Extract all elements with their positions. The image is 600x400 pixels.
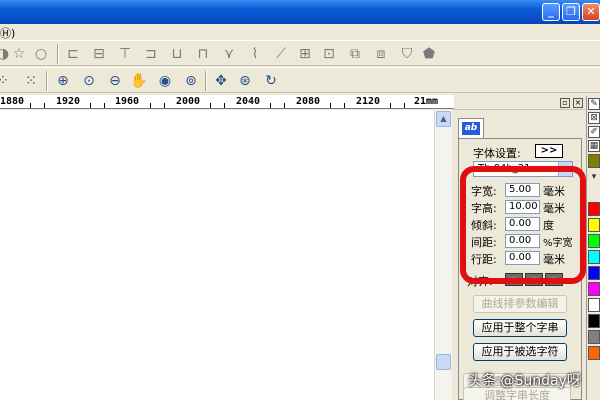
font-settings-button[interactable]: >>: [535, 144, 563, 158]
weld-icon[interactable]: ⋎: [220, 45, 238, 63]
node-curve-icon[interactable]: ⌇: [246, 45, 264, 63]
color-swatch[interactable]: [588, 218, 600, 232]
combine-icon[interactable]: ⊡: [320, 45, 338, 63]
palette-scroll-icon[interactable]: ▾: [588, 172, 600, 184]
red-highlight-annotation: [460, 166, 586, 284]
pan-hand-icon[interactable]: ✋: [130, 72, 148, 90]
menu-help[interactable]: Ⓗ): [0, 25, 15, 41]
font-settings-label: 字体设置:: [473, 147, 521, 160]
node-edit-icon[interactable]: ⁘: [0, 72, 12, 90]
zoom-out-icon[interactable]: ⊖: [106, 72, 124, 90]
grid-icon[interactable]: ⊞: [296, 45, 314, 63]
star-tool-icon[interactable]: ☆: [10, 45, 28, 63]
apply-to-selected-button[interactable]: 应用于被选字符: [473, 343, 567, 361]
no-fill-icon[interactable]: ⊠: [588, 112, 600, 124]
drawing-canvas[interactable]: [0, 110, 434, 400]
watermark: 头条 @Sunday呀: [468, 373, 581, 389]
node-select-icon[interactable]: ⁙: [22, 72, 40, 90]
ungroup-icon[interactable]: ⧈: [372, 45, 390, 63]
panel-header: ▫ ×: [454, 96, 586, 110]
ruler-label: 21mm: [414, 96, 439, 107]
curve-param-edit-button[interactable]: 曲线排参数编辑: [473, 295, 567, 313]
ruler-label: 2000: [176, 96, 201, 107]
color-swatch[interactable]: [588, 202, 600, 216]
badge-icon[interactable]: ⬟: [420, 45, 438, 63]
panel-pin-icon[interactable]: ▫: [560, 98, 570, 108]
ruler-label: 2080: [296, 96, 321, 107]
toolbar-drawing: ◑ ☆ ○ ⊏ ⊟ ⊤ ⊐ ⊔ ⊓ ⋎ ⌇ ⟋ ⊞ ⊡ ⧉ ⧈ ⛉ ⬟: [0, 40, 600, 66]
horizontal-ruler: 1880 1920 1960 2000 2040 2080 2120 21mm: [0, 95, 454, 109]
scroll-up-icon[interactable]: ▲: [436, 111, 451, 127]
color-swatch[interactable]: [588, 234, 600, 248]
pen-icon[interactable]: ✎: [588, 98, 600, 110]
zoom-icon[interactable]: ⊛: [236, 72, 254, 90]
panel-close-icon[interactable]: ×: [573, 98, 583, 108]
color-swatch[interactable]: [588, 266, 600, 280]
align-right-icon[interactable]: ⊤: [116, 45, 134, 63]
refresh-icon[interactable]: ↻: [262, 72, 280, 90]
zoom-region-icon[interactable]: ⊕: [54, 72, 72, 90]
view-eye-icon[interactable]: ◉: [156, 72, 174, 90]
application-window: _ ❐ ✕ Ⓗ) ◑ ☆ ○ ⊏ ⊟ ⊤ ⊐ ⊔ ⊓ ⋎ ⌇ ⟋ ⊞ ⊡ ⧉ ⧈…: [0, 0, 600, 400]
zoom-in-icon[interactable]: ⊙: [80, 72, 98, 90]
move-cross-icon[interactable]: ✥: [212, 72, 230, 90]
color-swatch[interactable]: [588, 154, 600, 168]
align-left-icon[interactable]: ⊏: [64, 45, 82, 63]
distribute-horizontal-icon[interactable]: ⊐: [142, 45, 160, 63]
shield-icon[interactable]: ⛉: [398, 45, 416, 63]
color-swatch[interactable]: [588, 282, 600, 296]
menu-bar: Ⓗ): [0, 24, 600, 40]
align-center-icon[interactable]: ⊟: [90, 45, 108, 63]
color-palette: ✎ ⊠ ✐ ▦ ▾: [586, 96, 600, 400]
tab-text[interactable]: ab: [458, 118, 484, 138]
scroll-thumb[interactable]: [436, 354, 451, 370]
minimize-button[interactable]: _: [542, 3, 560, 21]
color-swatch[interactable]: [588, 314, 600, 328]
restore-button[interactable]: ❐: [562, 3, 580, 21]
ruler-label: 1880: [0, 96, 25, 107]
distribute-vertical-icon[interactable]: ⊔: [168, 45, 186, 63]
text-tool-icon: ab: [462, 122, 480, 135]
color-swatch[interactable]: [588, 298, 600, 312]
apply-to-string-button[interactable]: 应用于整个字串: [473, 319, 567, 337]
ruler-label: 1960: [115, 96, 140, 107]
brush-icon[interactable]: ⟋: [272, 45, 290, 63]
close-button[interactable]: ✕: [582, 3, 600, 21]
ruler-label: 1920: [56, 96, 81, 107]
color-swatch[interactable]: [588, 250, 600, 264]
pencil-icon[interactable]: ✐: [588, 126, 600, 138]
title-bar: _ ❐ ✕: [0, 0, 600, 24]
pattern-icon[interactable]: ▦: [588, 140, 600, 152]
ruler-label: 2040: [236, 96, 261, 107]
break-apart-icon[interactable]: ⧉: [346, 45, 364, 63]
circle-tool-icon[interactable]: ○: [32, 45, 50, 63]
color-swatch[interactable]: [588, 346, 600, 360]
curve-node-icon[interactable]: ⊓: [194, 45, 212, 63]
vertical-scrollbar[interactable]: ▲: [434, 110, 452, 400]
view-shape-icon[interactable]: ⊚: [182, 72, 200, 90]
ruler-label: 2120: [356, 96, 381, 107]
color-swatch[interactable]: [588, 330, 600, 344]
toolbar-view: ⁘ ⁙ ⊕ ⊙ ⊖ ✋ ◉ ⊚ ✥ ⊛ ↻: [0, 67, 600, 93]
